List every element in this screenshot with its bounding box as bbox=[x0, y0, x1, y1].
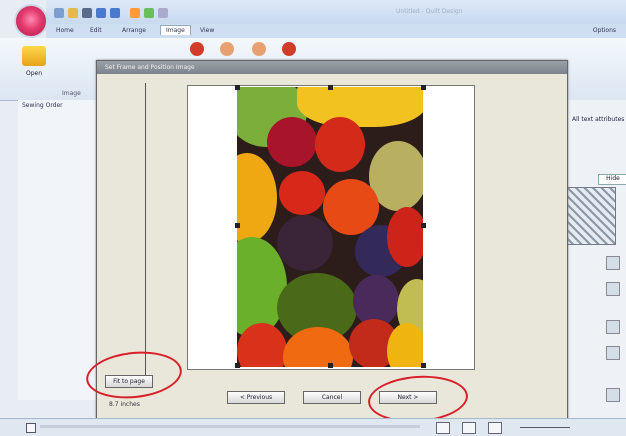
apple-icon[interactable] bbox=[190, 42, 204, 56]
crop-handle-tl[interactable] bbox=[235, 85, 240, 90]
tool-icon-3[interactable] bbox=[606, 320, 620, 334]
plum bbox=[277, 215, 333, 271]
tab-image[interactable]: Image bbox=[160, 25, 191, 35]
image-group-label: Image bbox=[62, 90, 81, 97]
text-attributes-label: All text attributes bbox=[572, 116, 625, 123]
cancel-button[interactable]: Cancel bbox=[303, 391, 361, 404]
fruit-photo[interactable] bbox=[237, 87, 423, 367]
dialog-title: Set Frame and Position Image bbox=[105, 64, 195, 71]
open-label: Open bbox=[26, 70, 43, 77]
redo-icon[interactable] bbox=[110, 8, 120, 18]
app-menu-button[interactable] bbox=[14, 4, 48, 38]
crop-handle-bl[interactable] bbox=[235, 363, 240, 368]
next-page-icon[interactable] bbox=[488, 422, 502, 434]
palette-icon[interactable] bbox=[130, 8, 140, 18]
crop-handle-tm[interactable] bbox=[328, 85, 333, 90]
tool-icon-2[interactable] bbox=[606, 282, 620, 296]
red-apple-4 bbox=[237, 323, 287, 367]
orange bbox=[237, 153, 277, 243]
red-apple-2 bbox=[315, 117, 365, 172]
bananas bbox=[297, 87, 423, 127]
quick-access-toolbar bbox=[46, 6, 196, 20]
crop-handle-tr[interactable] bbox=[421, 85, 426, 90]
zoom-slider[interactable] bbox=[520, 427, 570, 428]
crop-handle-mr[interactable] bbox=[421, 223, 426, 228]
previous-button[interactable]: < Previous bbox=[227, 391, 285, 404]
open-button[interactable] bbox=[22, 46, 46, 66]
options-menu[interactable]: Options bbox=[593, 27, 616, 34]
tomato-icon[interactable] bbox=[282, 42, 296, 56]
hide-button[interactable]: Hide bbox=[598, 174, 626, 185]
window-title: Untitled - Quilt Design bbox=[396, 8, 463, 15]
crop-handle-bm[interactable] bbox=[328, 363, 333, 368]
tab-arrange[interactable]: Arrange bbox=[122, 27, 146, 34]
horizontal-scrollbar[interactable] bbox=[40, 425, 420, 428]
new-icon[interactable] bbox=[54, 8, 64, 18]
tab-view[interactable]: View bbox=[200, 27, 214, 34]
folder-icon[interactable] bbox=[68, 8, 78, 18]
tab-home[interactable]: Home bbox=[56, 27, 74, 34]
red-apple-3 bbox=[387, 207, 423, 267]
crop-handle-br[interactable] bbox=[421, 363, 426, 368]
scroll-left-icon[interactable] bbox=[26, 423, 36, 433]
ribbon-tabs: Home Edit Arrange Image View Options bbox=[46, 24, 626, 38]
panel-title: Sewing Order bbox=[22, 102, 63, 109]
face-icon[interactable] bbox=[220, 42, 234, 56]
tomato bbox=[279, 171, 325, 215]
dialog-titlebar[interactable]: Set Frame and Position Image bbox=[97, 61, 567, 74]
grid-icon[interactable] bbox=[144, 8, 154, 18]
sewing-order-panel: Sewing Order bbox=[18, 100, 99, 400]
tab-edit[interactable]: Edit bbox=[90, 27, 102, 34]
lemon bbox=[387, 323, 423, 367]
undo-icon[interactable] bbox=[96, 8, 106, 18]
save-icon[interactable] bbox=[82, 8, 92, 18]
face-icon-2[interactable] bbox=[252, 42, 266, 56]
tool-icon-1[interactable] bbox=[606, 256, 620, 270]
tool-icon-5[interactable] bbox=[606, 388, 620, 402]
play-icon[interactable] bbox=[462, 422, 476, 434]
customize-icon[interactable] bbox=[158, 8, 168, 18]
tool-icon-4[interactable] bbox=[606, 346, 620, 360]
size-status: 8.7 inches bbox=[109, 401, 140, 408]
crop-handle-ml[interactable] bbox=[235, 223, 240, 228]
fabric-pattern-swatch[interactable] bbox=[562, 187, 616, 245]
red-apple bbox=[267, 117, 317, 167]
first-page-icon[interactable] bbox=[436, 422, 450, 434]
status-bar bbox=[0, 418, 626, 436]
